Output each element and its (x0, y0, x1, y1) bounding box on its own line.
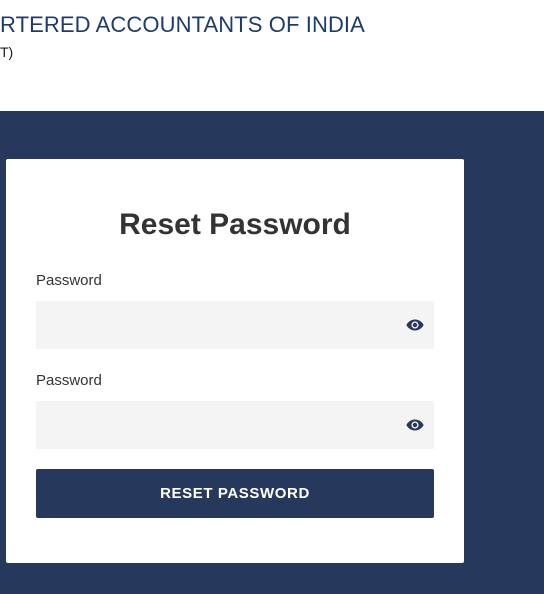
organization-subtitle: T) (0, 44, 14, 60)
confirm-password-label: Password (36, 372, 102, 389)
organization-name: RTERED ACCOUNTANTS OF INDIA (0, 12, 365, 37)
password-label: Password (36, 272, 102, 289)
page-title: Reset Password (119, 208, 351, 241)
eye-icon[interactable] (406, 417, 424, 433)
password-field (36, 301, 434, 349)
site-header: RTERED ACCOUNTANTS OF INDIA T) (0, 0, 544, 111)
password-input[interactable] (36, 301, 396, 349)
confirm-password-input[interactable] (36, 401, 396, 449)
eye-icon[interactable] (406, 317, 424, 333)
reset-password-button[interactable]: RESET PASSWORD (36, 469, 434, 518)
confirm-password-field (36, 401, 434, 449)
